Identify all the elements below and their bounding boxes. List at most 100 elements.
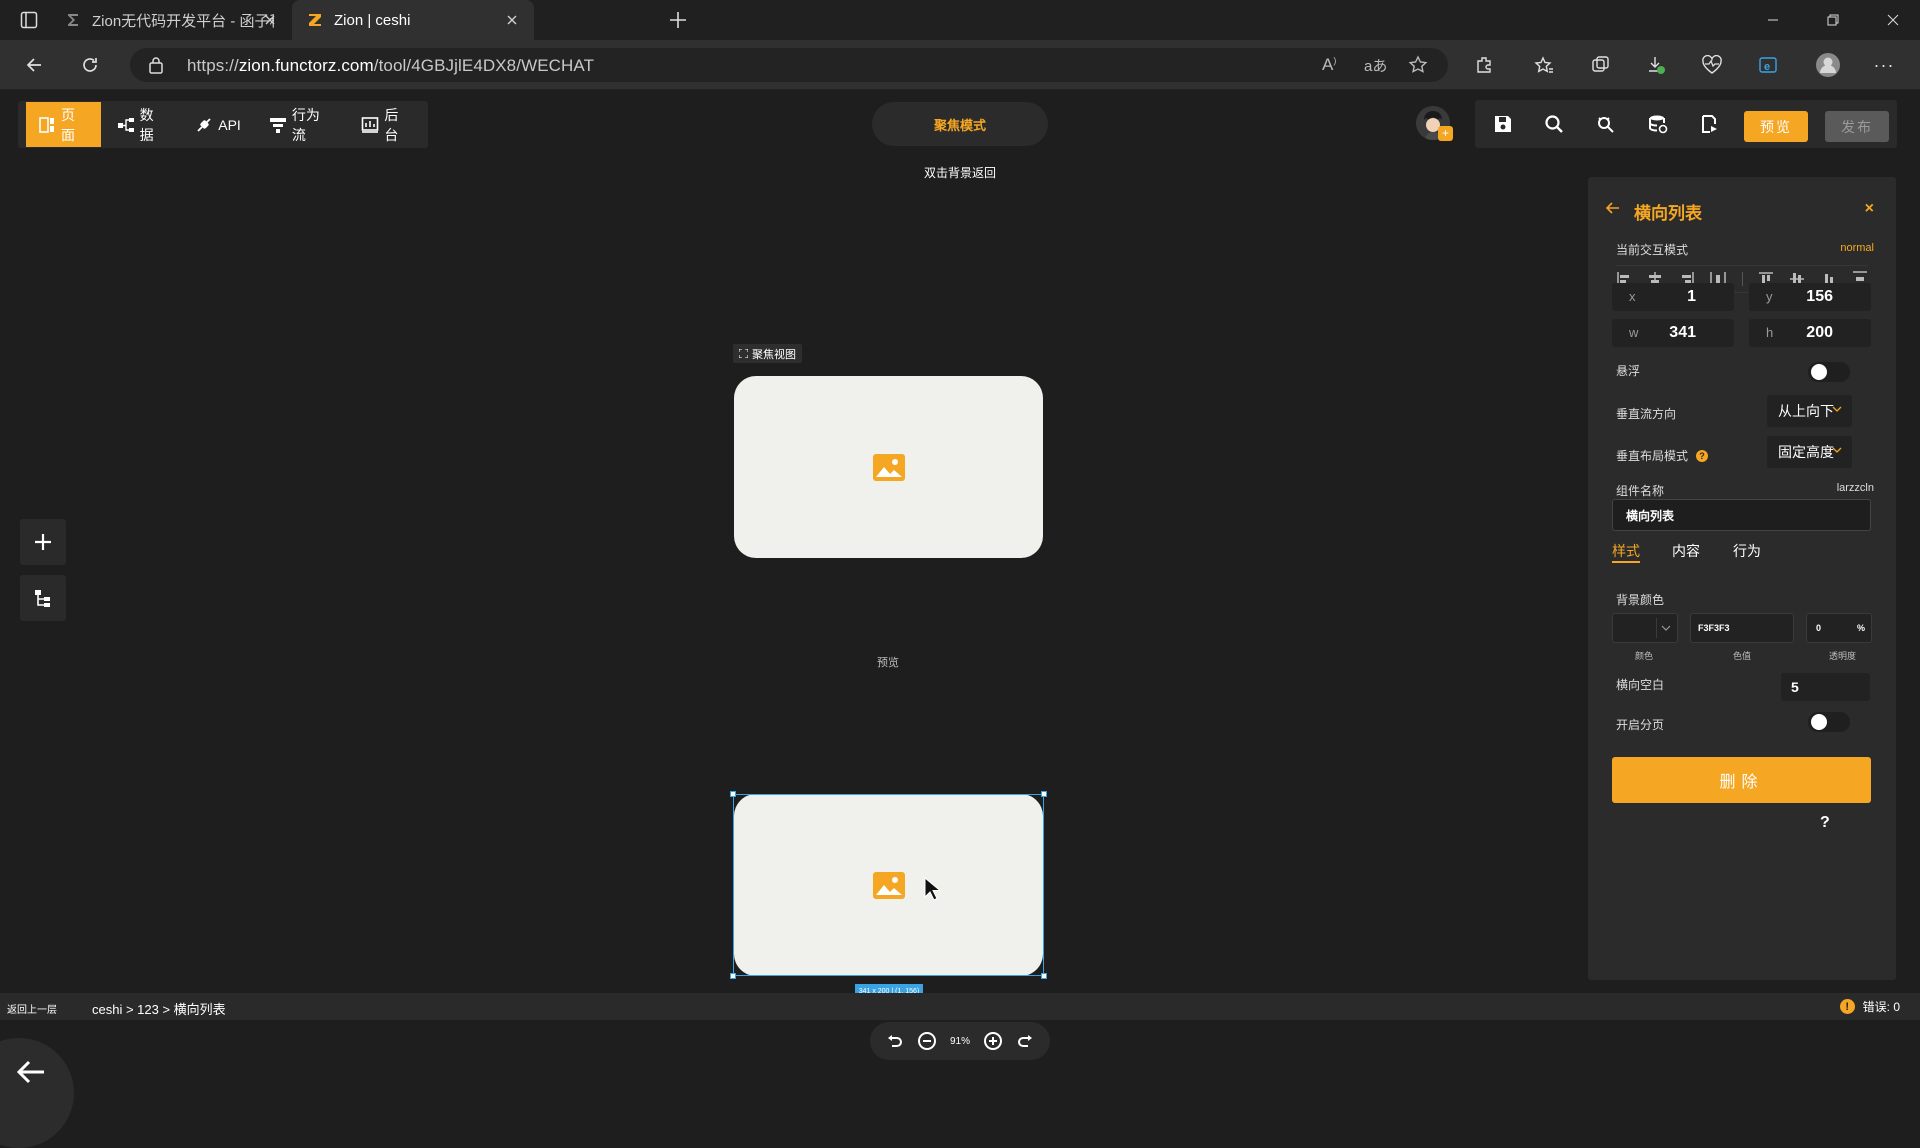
- h-gap-input[interactable]: 5: [1781, 673, 1870, 701]
- component-name-input[interactable]: 横向列表: [1612, 499, 1871, 531]
- back-icon[interactable]: [18, 49, 50, 81]
- help-icon: ?: [1696, 450, 1709, 462]
- export-icon[interactable]: [1697, 111, 1723, 137]
- color-hex-input[interactable]: F3F3F3: [1690, 613, 1794, 643]
- horizontal-list-preview-card[interactable]: [734, 794, 1043, 976]
- y-value: 156: [1806, 288, 1833, 305]
- warning-icon: !: [1839, 999, 1855, 1014]
- search-icon[interactable]: [1541, 111, 1567, 137]
- back-arrow-icon[interactable]: [16, 1059, 46, 1085]
- resize-handle-bl[interactable]: [730, 973, 736, 979]
- publish-button[interactable]: 发布: [1825, 111, 1889, 142]
- tab-style[interactable]: 样式: [1612, 541, 1640, 561]
- zoom-out-icon[interactable]: [917, 1031, 937, 1051]
- nav-page[interactable]: 页面: [26, 102, 101, 147]
- value-sublabel: 色值: [1733, 651, 1752, 661]
- url-bar[interactable]: https://zion.functorz.com/tool/4GBJjlE4D…: [130, 48, 1448, 82]
- more-menu-icon[interactable]: ···: [1868, 49, 1900, 81]
- debug-icon[interactable]: [1593, 111, 1619, 137]
- favorite-add-icon[interactable]: [1408, 55, 1428, 75]
- browser-tab-zion-platform[interactable]: Zion无代码开发平台 - 函子科技...: [50, 0, 292, 40]
- panel-back-icon[interactable]: [1606, 202, 1620, 214]
- divider: [1741, 272, 1743, 286]
- api-icon: [195, 116, 213, 134]
- redo-icon[interactable]: [1016, 1032, 1034, 1050]
- nav-api[interactable]: API: [183, 102, 253, 147]
- help-icon[interactable]: ?: [1820, 814, 1838, 832]
- h-value: 200: [1806, 324, 1833, 341]
- browser-essentials-icon[interactable]: [1696, 49, 1728, 81]
- minimize-icon[interactable]: [1750, 0, 1796, 40]
- properties-panel: 横向列表 × 当前交互模式 normal x1 y 156 w 341 h 200 悬…: [1588, 177, 1896, 980]
- back-layer-button[interactable]: [0, 1038, 74, 1148]
- focus-view-tag[interactable]: 聚焦视图: [733, 344, 802, 363]
- vertical-flow-select[interactable]: 从上向下: [1767, 395, 1852, 427]
- component-name-label: 组件名称: [1616, 484, 1665, 498]
- save-icon[interactable]: [1490, 111, 1516, 137]
- panel-close-icon[interactable]: ×: [1865, 200, 1874, 218]
- w-key: w: [1629, 325, 1639, 340]
- layer-tree-button[interactable]: [20, 575, 66, 621]
- y-field[interactable]: y 156: [1749, 283, 1871, 311]
- tab-behavior[interactable]: 行为: [1733, 541, 1761, 561]
- extensions-icon[interactable]: [1468, 49, 1500, 81]
- browser-tab-bar: Zion无代码开发平台 - 函子科技... Zion | ceshi: [0, 0, 1920, 40]
- favorites-icon[interactable]: [1528, 49, 1560, 81]
- close-window-icon[interactable]: [1870, 0, 1916, 40]
- nav-label: 数据: [139, 106, 154, 143]
- nav-label: API: [218, 116, 241, 133]
- color-swatch-select[interactable]: [1612, 613, 1678, 643]
- focus-mode-button[interactable]: 聚焦模式: [872, 102, 1048, 146]
- status-bar: 返回上一层 ceshi > 123 > 横向列表 ! 错误: 0: [0, 993, 1920, 1020]
- float-label: 悬浮: [1616, 364, 1641, 378]
- new-tab-icon[interactable]: [668, 10, 688, 30]
- database-icon[interactable]: [1645, 111, 1671, 137]
- undo-icon[interactable]: [886, 1032, 904, 1050]
- nav-label: 后台: [384, 106, 399, 143]
- error-indicator[interactable]: ! 错误: 0: [1839, 998, 1900, 1015]
- read-aloud-icon[interactable]: A): [1322, 55, 1336, 75]
- x-key: x: [1629, 289, 1636, 304]
- refresh-icon[interactable]: [74, 49, 106, 81]
- preview-button[interactable]: 预览: [1744, 111, 1808, 142]
- interaction-mode-value[interactable]: normal: [1840, 242, 1874, 254]
- collections-icon[interactable]: [1584, 49, 1616, 81]
- y-key: y: [1766, 289, 1773, 304]
- h-field[interactable]: h 200: [1749, 319, 1871, 347]
- nav-data[interactable]: 数据: [105, 102, 180, 147]
- translate-icon[interactable]: aあ: [1364, 55, 1387, 76]
- h-gap-label: 横向空白: [1616, 678, 1665, 692]
- downloads-icon[interactable]: [1640, 49, 1672, 81]
- tab-actions-icon[interactable]: [20, 11, 38, 29]
- interaction-mode-label: 当前交互模式: [1616, 243, 1689, 257]
- profile-avatar-icon[interactable]: [1812, 49, 1844, 81]
- float-toggle[interactable]: [1808, 362, 1850, 382]
- nav-flow[interactable]: 行为流: [257, 102, 346, 147]
- paging-toggle[interactable]: [1808, 712, 1850, 732]
- browser-tab-zion-ceshi[interactable]: Zion | ceshi: [292, 0, 534, 40]
- nav-backend[interactable]: 后台: [349, 102, 424, 147]
- delete-button[interactable]: 删除: [1612, 757, 1871, 803]
- w-field[interactable]: w 341: [1612, 319, 1734, 347]
- close-tab-icon[interactable]: [262, 12, 278, 28]
- tab-content[interactable]: 内容: [1672, 541, 1700, 561]
- restore-icon[interactable]: [1810, 0, 1856, 40]
- zoom-in-icon[interactable]: [983, 1031, 1003, 1051]
- horizontal-list-focus-card[interactable]: [734, 376, 1043, 558]
- vertical-layout-select[interactable]: 固定高度: [1767, 436, 1852, 468]
- zoom-bar: 91%: [870, 1022, 1050, 1060]
- opacity-input[interactable]: 0%: [1806, 613, 1872, 643]
- add-collaborator-icon[interactable]: +: [1438, 126, 1453, 141]
- vertical-layout-label: 垂直布局模式?: [1616, 447, 1709, 464]
- resize-handle-br[interactable]: [1041, 973, 1047, 979]
- top-navigation: 页面 数据 API 行为流 后台: [18, 101, 428, 148]
- select-value: 从上向下: [1778, 403, 1834, 419]
- resize-handle-tr[interactable]: [1041, 791, 1047, 797]
- ie-mode-icon[interactable]: e: [1752, 49, 1784, 81]
- back-layer-label[interactable]: 返回上一层: [7, 1001, 57, 1016]
- add-component-button[interactable]: [20, 519, 66, 565]
- breadcrumb[interactable]: ceshi > 123 > 横向列表: [92, 999, 226, 1018]
- x-field[interactable]: x1: [1612, 283, 1734, 311]
- close-tab-icon[interactable]: [504, 12, 520, 28]
- resize-handle-tl[interactable]: [730, 791, 736, 797]
